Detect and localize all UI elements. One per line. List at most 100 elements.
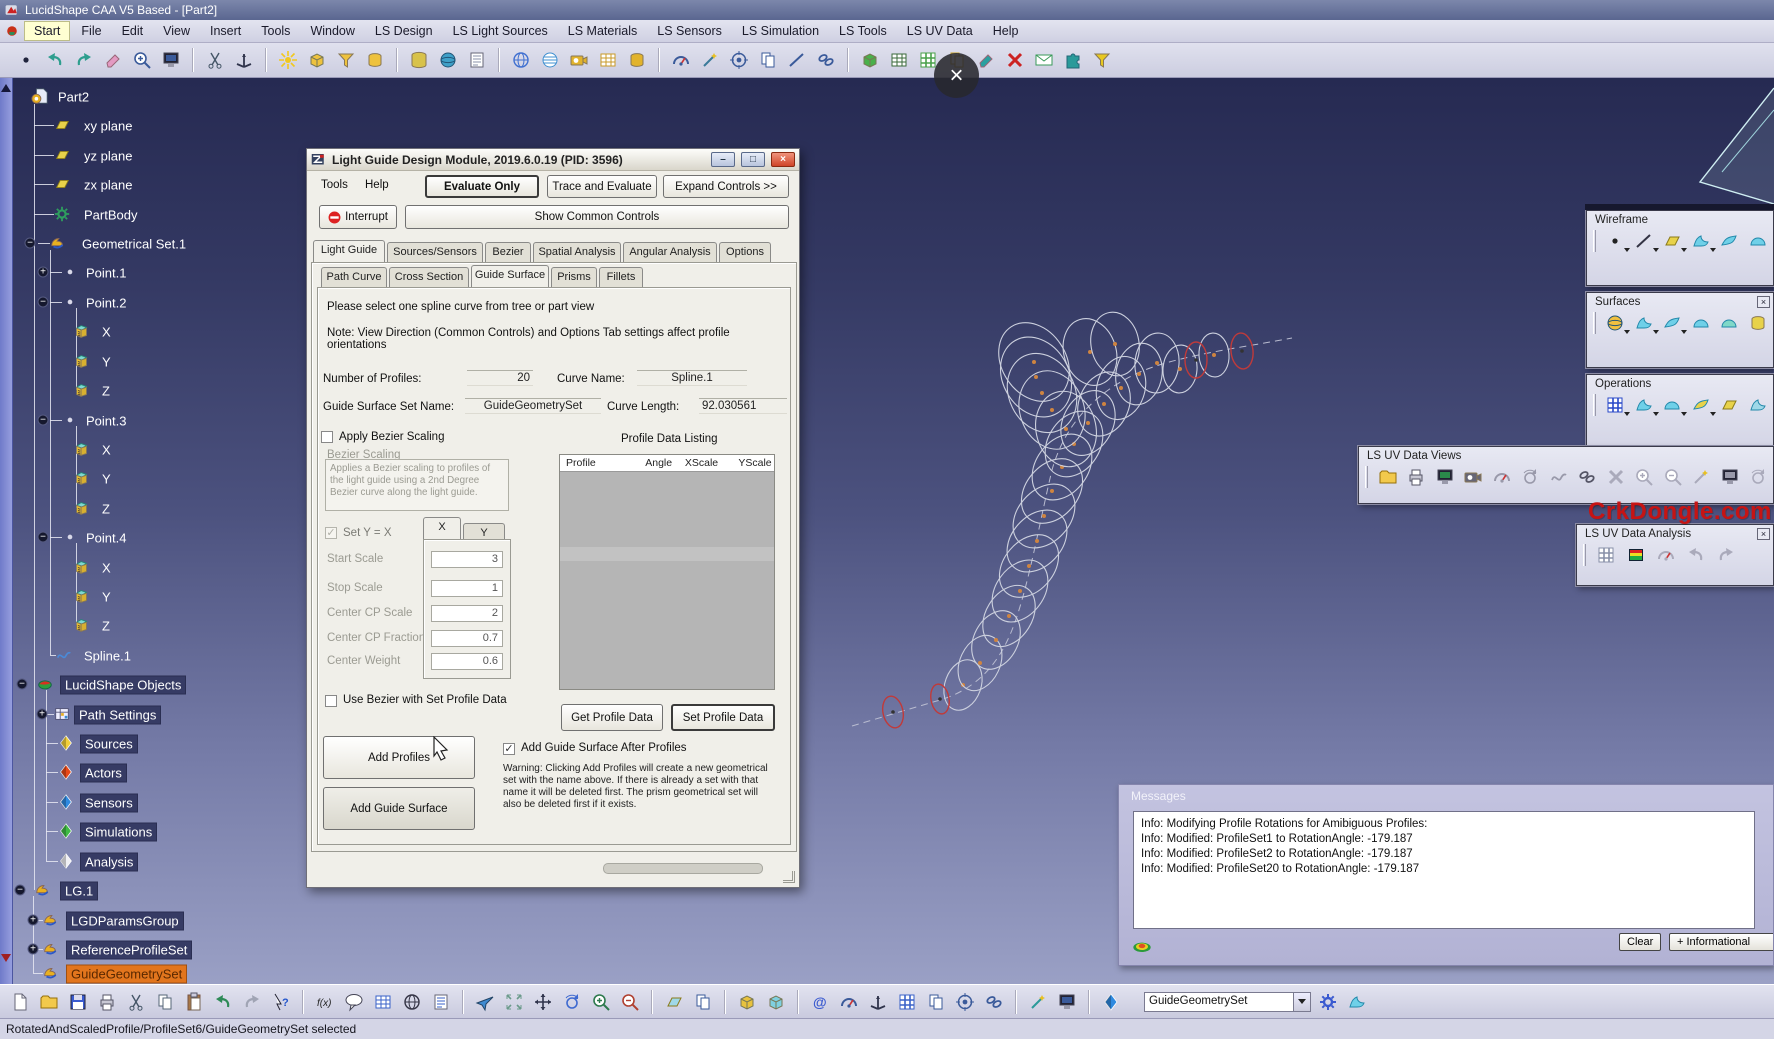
knife-icon[interactable] [203,48,227,72]
combobox-dropdown-button[interactable] [1294,992,1311,1012]
redo-icon[interactable] [72,48,96,72]
tree-item-analysis[interactable]: Analysis [80,853,138,872]
swirl-tree-icon[interactable] [42,940,60,958]
list-header-xscale[interactable]: XScale [679,457,733,469]
menu-ls-uv-data[interactable]: LS UV Data [898,22,982,40]
cut-icon[interactable] [124,990,148,1014]
chevron-down-icon[interactable] [1710,248,1716,252]
surfaces-close-icon[interactable]: × [1757,296,1770,308]
grab-uv-icon[interactable] [1684,543,1708,567]
xyz-tree-icon[interactable] [73,558,91,576]
tab-options[interactable]: Options [719,242,771,262]
revolve-surface-icon[interactable] [1718,311,1741,335]
tree-item-geometrical-set-1[interactable]: Geometrical Set.1 [78,236,190,253]
puzzle-icon[interactable] [1061,48,1085,72]
tree-item-actors[interactable]: Actors [80,764,127,783]
menu-ls-materials[interactable]: LS Materials [559,22,646,40]
swirl-tree-icon[interactable] [34,881,52,899]
undo-icon[interactable] [211,990,235,1014]
expand-icon[interactable]: + [37,709,48,720]
menu-ls-tools[interactable]: LS Tools [830,22,896,40]
scale-input-0[interactable]: 3 [431,551,503,568]
grid-icon[interactable] [895,990,919,1014]
tree-item-path-settings[interactable]: Path Settings [74,706,161,725]
table-icon[interactable] [371,990,395,1014]
menu-window[interactable]: Window [301,22,363,40]
dialog-minimize-button[interactable]: – [711,152,735,167]
interrupt-button[interactable]: Interrupt [319,205,397,229]
world-icon[interactable]: @ [808,990,832,1014]
grid-analysis-icon[interactable] [1594,543,1618,567]
prism-box-icon[interactable] [305,48,329,72]
view-document-icon[interactable] [159,48,183,72]
set-profile-data-button[interactable]: Set Profile Data [671,704,775,731]
tree-item-spline-1[interactable]: Spline.1 [80,648,135,665]
xyz-tree-icon[interactable] [73,499,91,517]
export-db-icon[interactable] [407,48,431,72]
toolbar-grip[interactable] [1593,312,1596,334]
zoom-data-icon[interactable] [1633,465,1655,489]
plane-tree-icon[interactable] [53,116,71,134]
shrink-data-icon[interactable] [1662,465,1684,489]
scale-input-4[interactable]: 0.6 [431,653,503,670]
xyz-tree-icon[interactable] [73,322,91,340]
swirl-tree-icon[interactable] [49,234,67,252]
section-analysis-icon[interactable] [1654,543,1678,567]
menu-edit[interactable]: Edit [113,22,153,40]
xyz-tree-icon[interactable] [73,587,91,605]
diamond-tree-icon[interactable] [57,734,75,752]
print-icon[interactable] [95,990,119,1014]
point-icon[interactable] [1604,229,1627,253]
menu-view[interactable]: View [154,22,199,40]
spline-view-icon[interactable] [1548,465,1570,489]
expand-controls-button[interactable]: Expand Controls >> [663,175,789,198]
comment-icon[interactable] [342,990,366,1014]
fit-all-icon[interactable] [502,990,526,1014]
sheet-table-icon[interactable] [887,48,911,72]
uv-analysis-close-icon[interactable]: × [1757,528,1770,540]
list-header-profile[interactable]: Profile [560,457,639,469]
menu-help[interactable]: Help [984,22,1028,40]
geometry-set-combobox[interactable]: GuideGeometrySet [1144,992,1311,1012]
eraser-icon[interactable] [101,48,125,72]
tree-item-zx-plane[interactable]: zx plane [80,177,136,194]
globe-icon[interactable] [509,48,533,72]
offset-surface-icon[interactable] [1604,311,1627,335]
chevron-down-icon[interactable] [1681,248,1687,252]
tab-fillets[interactable]: Fillets [599,267,643,287]
diamond-tree-icon[interactable] [57,852,75,870]
plane-tree-icon[interactable] [53,146,71,164]
tree-item-x[interactable]: X [98,560,115,577]
evaluate-only-button[interactable]: Evaluate Only [425,175,539,198]
filter-funnel-icon[interactable] [1090,48,1114,72]
frames-icon[interactable] [924,990,948,1014]
tree-item-yz-plane[interactable]: yz plane [80,148,136,165]
pathset-tree-icon[interactable] [53,705,71,723]
dialog-menu-help[interactable]: Help [365,179,389,191]
material-sphere-icon[interactable] [436,48,460,72]
tree-item-lgdparamsgroup[interactable]: LGDParamsGroup [66,912,184,931]
add-guide-surface-button[interactable]: Add Guide Surface [323,787,475,830]
new-document-icon[interactable] [8,990,32,1014]
pan-icon[interactable] [531,990,555,1014]
tab-angular-analysis[interactable]: Angular Analysis [623,242,717,262]
measure-icon[interactable] [837,990,861,1014]
tab-guide-surface[interactable]: Guide Surface [471,265,549,287]
tree-item-part2[interactable]: Part2 [54,89,93,106]
apply-bezier-checkbox[interactable] [321,431,333,443]
grid-operation-icon[interactable] [1604,393,1627,417]
smooth-data-icon[interactable] [1690,465,1712,489]
chevron-down-icon[interactable] [1653,330,1659,334]
crop-view-icon[interactable] [1605,465,1627,489]
toolbar-grip[interactable] [1583,544,1586,566]
menu-tools[interactable]: Tools [252,22,299,40]
tree-item-lg-1[interactable]: LG.1 [60,882,98,901]
tree-item-y[interactable]: Y [98,354,115,371]
dark-view-icon[interactable] [1462,465,1484,489]
tab-cross-section[interactable]: Cross Section [389,267,469,287]
line-icon[interactable] [1632,229,1655,253]
collapse-icon[interactable]: − [25,238,36,249]
wire-cube-icon[interactable] [764,990,788,1014]
extrude-surface-icon[interactable] [1689,229,1712,253]
boundary-icon[interactable] [1747,393,1770,417]
